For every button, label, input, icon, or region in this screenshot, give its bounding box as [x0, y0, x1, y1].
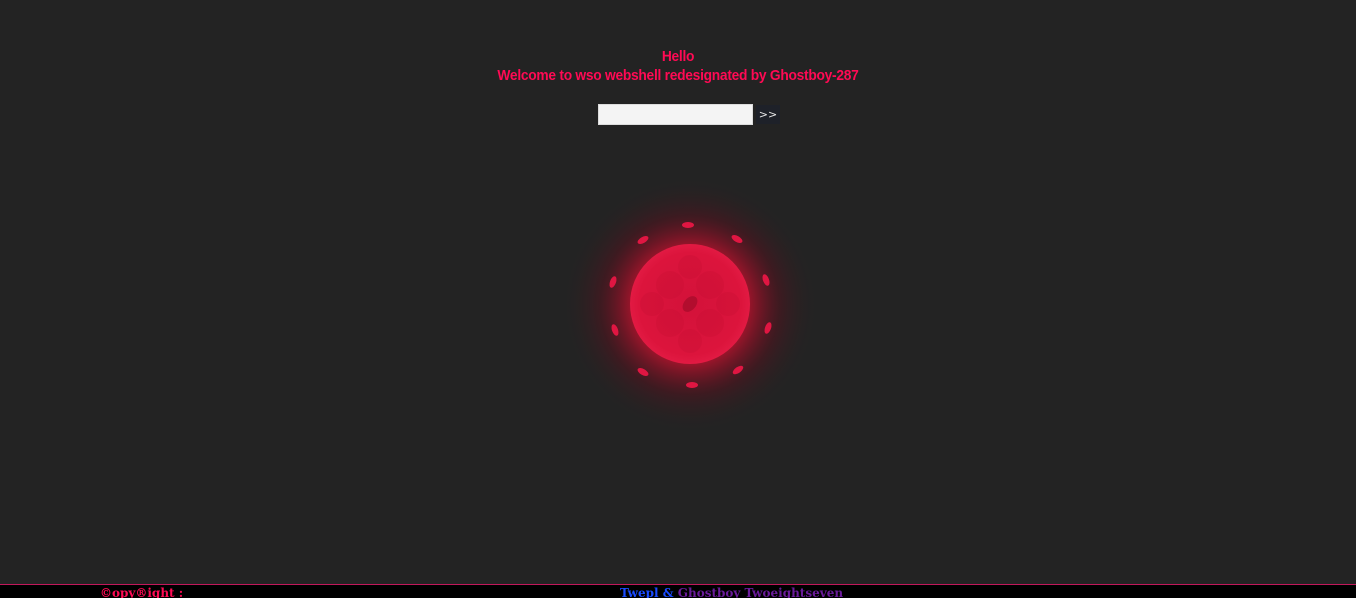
submit-button[interactable]: >> [756, 105, 780, 124]
credit-link-twepl[interactable]: Twepl [620, 586, 659, 598]
welcome-header: Hello Welcome to wso webshell redesignat… [54, 47, 1302, 85]
footer: ©opy®ight : Twepl & Ghostboy Twoeightsev… [0, 584, 1356, 598]
orb-graphic [562, 177, 818, 433]
password-input[interactable] [598, 104, 753, 125]
login-form: >> [598, 104, 780, 125]
copyright-text: ©opy®ight : [100, 586, 184, 598]
glowing-orb-icon [560, 175, 820, 435]
welcome-text: Welcome to wso webshell redesignated by … [497, 67, 859, 84]
greeting-text: Hello [661, 48, 695, 65]
credit-separator: & [658, 586, 678, 598]
credits: Twepl & Ghostboy Twoeightseven [620, 586, 843, 598]
credit-link-ghostboy[interactable]: Ghostboy Twoeightseven [678, 586, 843, 598]
